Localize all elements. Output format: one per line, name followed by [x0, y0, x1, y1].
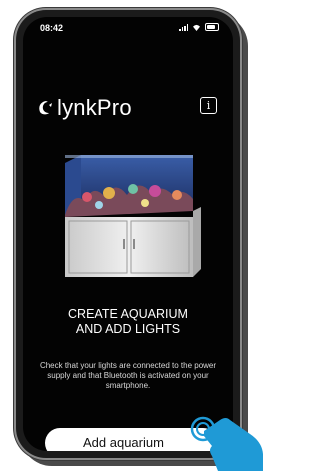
app-screen: 08:42 lynkPro i CREATE AQUARIUM AND ADD …	[23, 17, 233, 451]
info-button[interactable]: i	[200, 97, 217, 114]
logo-mark-icon	[39, 101, 52, 115]
logo-text: lynkPro	[57, 95, 132, 120]
title-line-2: AND ADD LIGHTS	[75, 322, 181, 336]
aquarium-illustration	[65, 155, 201, 277]
signal-icon	[179, 23, 188, 31]
info-icon: i	[206, 99, 211, 112]
screen-title: CREATE AQUARIUM AND ADD LIGHTS	[23, 307, 233, 337]
status-icons	[179, 23, 219, 31]
tap-gesture-icon	[190, 416, 263, 471]
battery-icon	[205, 23, 219, 31]
wifi-icon	[193, 24, 200, 31]
status-bar: 08:42	[23, 17, 233, 39]
phone-frame: 08:42 lynkPro i CREATE AQUARIUM AND ADD …	[16, 10, 240, 458]
title-line-1: CREATE AQUARIUM	[68, 307, 188, 321]
instructions-text: Check that your lights are connected to …	[39, 361, 217, 390]
status-time: 08:42	[40, 23, 64, 33]
app-logo: lynkPro	[37, 95, 132, 121]
